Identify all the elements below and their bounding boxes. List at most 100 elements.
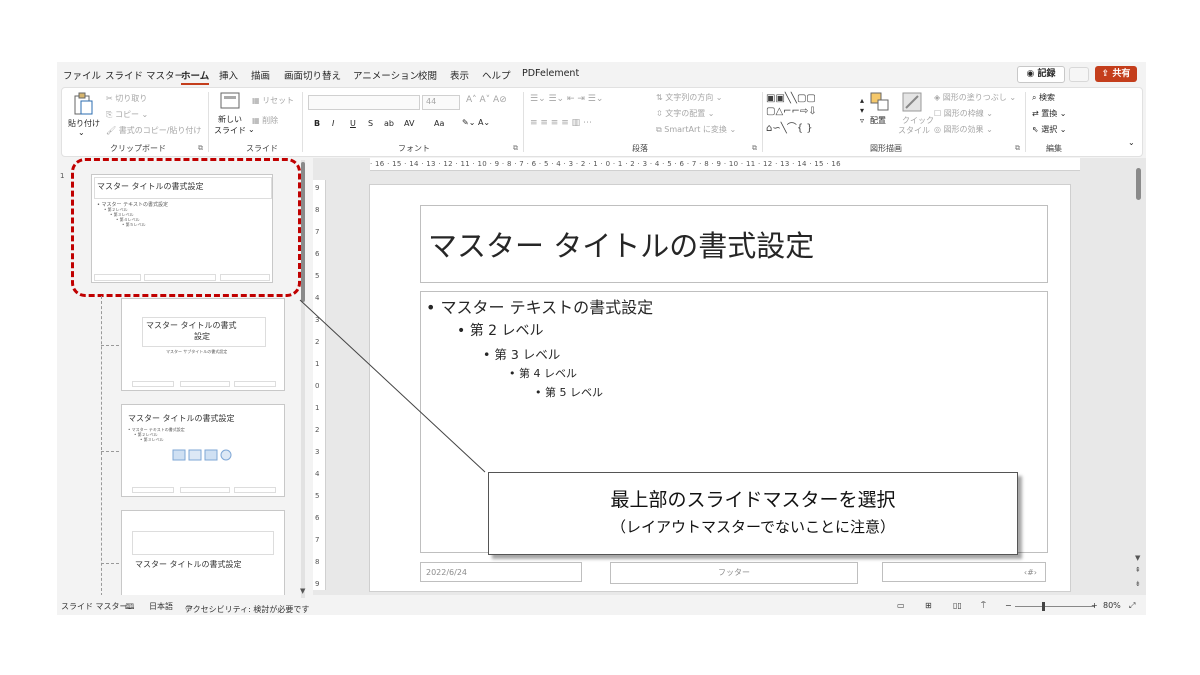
fit-to-window-icon[interactable]: ⤢ — [1129, 601, 1135, 611]
comments-icon[interactable] — [1069, 67, 1089, 82]
font-name-select[interactable] — [308, 95, 420, 110]
cut-button[interactable]: ✂ 切り取り — [106, 93, 147, 104]
ribbon: 貼り付け ⌄ ✂ 切り取り ⎘ コピー ⌄ 🖌 書式のコピー/貼り付け クリップ… — [61, 87, 1143, 157]
smartart-button[interactable]: ⧉ SmartArt に変換 ⌄ — [656, 124, 736, 135]
underline-button[interactable]: U — [350, 119, 356, 128]
launcher-icon[interactable]: ⧉ — [513, 144, 518, 153]
collapse-ribbon-icon[interactable]: ⌄ — [1128, 138, 1135, 147]
zoom-in-icon[interactable]: + — [1091, 601, 1098, 610]
tab-slide-master[interactable]: スライド マスター — [105, 68, 184, 82]
delete-button[interactable]: ▦ 削除 — [252, 115, 278, 126]
shape-outline-button[interactable]: ☐ 図形の枠線 ⌄ — [934, 108, 993, 119]
editor-scrollbar[interactable]: ▼ ⇞ ⇟ — [1135, 162, 1143, 592]
bold-button[interactable]: B — [314, 119, 320, 128]
record-button[interactable]: ◉ 記録 — [1017, 66, 1065, 83]
ruler-tick: 7 — [315, 536, 320, 544]
shape-effects-button[interactable]: ◎ 図形の効果 ⌄ — [934, 124, 993, 135]
slide-master-canvas[interactable]: マスター タイトルの書式設定 • マスター テキストの書式設定 • 第 2 レベ… — [369, 184, 1071, 592]
change-case-button[interactable]: Aa — [434, 119, 444, 128]
new-slide-icon[interactable] — [220, 92, 240, 110]
title-placeholder[interactable]: マスター タイトルの書式設定 — [420, 205, 1048, 283]
chevron-down-icon[interactable]: ⌄ — [248, 125, 255, 134]
slideshow-icon[interactable]: ⍑ — [981, 601, 986, 611]
strikethrough-button[interactable]: S — [368, 119, 373, 128]
body-level-1: • マスター テキストの書式設定 — [426, 298, 654, 317]
text-direction-button[interactable]: ⇅ 文字列の方向 ⌄ — [656, 92, 723, 103]
zoom-level[interactable]: 80% — [1103, 601, 1121, 610]
next-slide-icon[interactable]: ⇟ — [1135, 580, 1141, 588]
new-slide-label-1[interactable]: 新しい — [218, 114, 242, 125]
share-button[interactable]: ⇪ 共有 — [1095, 66, 1137, 82]
shape-effects-label: 図形の効果 — [943, 125, 984, 134]
arrange-icon[interactable] — [870, 92, 890, 112]
tab-pdfelement[interactable]: PDFelement — [522, 68, 579, 79]
callout-line-2: （レイアウトマスターでないことに注意） — [610, 518, 896, 536]
scroll-down-arrow-icon[interactable]: ▼ — [1135, 554, 1140, 562]
new-slide-label-2[interactable]: スライド — [214, 125, 246, 136]
notes-icon[interactable]: 🕮 — [125, 601, 134, 615]
powerpoint-window: ファイル スライド マスター ホーム 挿入 描画 画面切り替え アニメーション … — [57, 62, 1146, 615]
bullets-icon[interactable]: ☰⌄ ☰⌄ ⇤ ⇥ ☰⌄ — [530, 94, 603, 104]
grow-font-icon[interactable]: A˄ A˅ A⊘ — [466, 95, 507, 105]
layout-thumbnail-section[interactable]: マスター タイトルの書式設定 — [121, 510, 285, 595]
layout-thumbnail-title[interactable]: マスター タイトルの書式 設定 マスター サブタイトルの書式設定 — [121, 298, 285, 391]
font-size-select[interactable]: 44 — [422, 95, 460, 110]
normal-view-icon[interactable]: ▭ — [897, 601, 905, 610]
footer-placeholder[interactable]: フッター — [610, 562, 858, 584]
tab-help[interactable]: ヘルプ — [482, 68, 511, 82]
quick-styles-icon[interactable] — [902, 92, 922, 112]
date-placeholder[interactable]: 2022/6/24 — [420, 562, 582, 582]
select-button[interactable]: ⇖ 選択 ⌄ — [1032, 124, 1067, 135]
zoom-slider[interactable] — [1015, 606, 1095, 607]
tab-file[interactable]: ファイル — [63, 68, 101, 82]
reading-view-icon[interactable]: ▯▯ — [953, 601, 962, 610]
highlight-icon[interactable]: ✎⌄ A⌄ — [462, 118, 490, 127]
reset-button[interactable]: ▦ リセット — [252, 95, 294, 106]
launcher-icon[interactable]: ⧉ — [198, 144, 203, 153]
tab-animations[interactable]: アニメーション — [353, 68, 419, 82]
callout-line-1: 最上部のスライドマスターを選択 — [610, 489, 896, 511]
thumbnail-scrollbar[interactable] — [301, 160, 305, 598]
find-button[interactable]: ⌕ 検索 — [1032, 92, 1055, 103]
tab-insert[interactable]: 挿入 — [219, 68, 238, 82]
prev-slide-icon[interactable]: ⇞ — [1135, 566, 1141, 574]
format-painter-button[interactable]: 🖌 書式のコピー/貼り付け — [106, 125, 201, 136]
scissors-icon: ✂ — [106, 94, 113, 103]
tab-review[interactable]: 校閲 — [418, 68, 437, 82]
zoom-slider-handle[interactable] — [1042, 602, 1045, 611]
ruler-tick: 9 — [315, 184, 320, 192]
tab-draw[interactable]: 描画 — [251, 68, 270, 82]
replace-button[interactable]: ⇄ 置換 ⌄ — [1032, 108, 1067, 119]
thumb-title-placeholder — [132, 531, 274, 555]
tab-view[interactable]: 表示 — [450, 68, 469, 82]
shapes-gallery[interactable]: ▣▣╲╲▢▢ ▢△⌐⌐⇨⇩ ⌂∽╲⌒{ } — [766, 93, 856, 134]
spacing-button[interactable]: AV — [404, 119, 414, 128]
launcher-icon[interactable]: ⧉ — [752, 144, 757, 153]
scroll-down-arrow-icon[interactable]: ▼ — [300, 587, 305, 595]
layout-thumbnail-content[interactable]: マスター タイトルの書式設定 • マスター テキストの書式設定 • 第２レベル … — [121, 404, 285, 497]
gallery-scroll-icon[interactable]: ▴ ▾ ▿ — [860, 96, 864, 126]
quick-styles-label-2[interactable]: スタイル — [898, 125, 930, 136]
tab-home[interactable]: ホーム — [181, 68, 210, 85]
shape-fill-button[interactable]: ◈ 図形の塗りつぶし ⌄ — [934, 92, 1016, 103]
copy-button[interactable]: ⎘ コピー ⌄ — [106, 109, 148, 120]
tab-transitions[interactable]: 画面切り替え — [284, 68, 341, 82]
paste-icon[interactable] — [72, 92, 94, 116]
chevron-down-icon[interactable]: ⌄ — [78, 128, 85, 137]
slide-sorter-icon[interactable]: ⊞ — [925, 601, 932, 610]
thumb-title: マスター タイトルの書式設定 — [128, 414, 235, 423]
align-icon[interactable]: ≡ ≡ ≡ ≡ ▥ ⋯ — [530, 118, 592, 128]
italic-button[interactable]: I — [332, 119, 334, 128]
launcher-icon[interactable]: ⧉ — [1015, 144, 1020, 153]
zoom-out-icon[interactable]: − — [1005, 601, 1012, 610]
arrange-button[interactable]: 配置 — [870, 115, 886, 126]
scroll-thumb[interactable] — [1136, 168, 1141, 200]
align-text-button[interactable]: ⇳ 文字の配置 ⌄ — [656, 108, 715, 119]
language-indicator[interactable]: 日本語 — [149, 601, 173, 612]
scroll-thumb[interactable] — [301, 162, 305, 302]
shadow-button[interactable]: ab — [384, 119, 394, 128]
select-label: 選択 — [1041, 125, 1058, 134]
page-number-placeholder[interactable]: ‹#› — [882, 562, 1046, 582]
reset-label: リセット — [262, 96, 295, 105]
separator — [302, 92, 303, 152]
